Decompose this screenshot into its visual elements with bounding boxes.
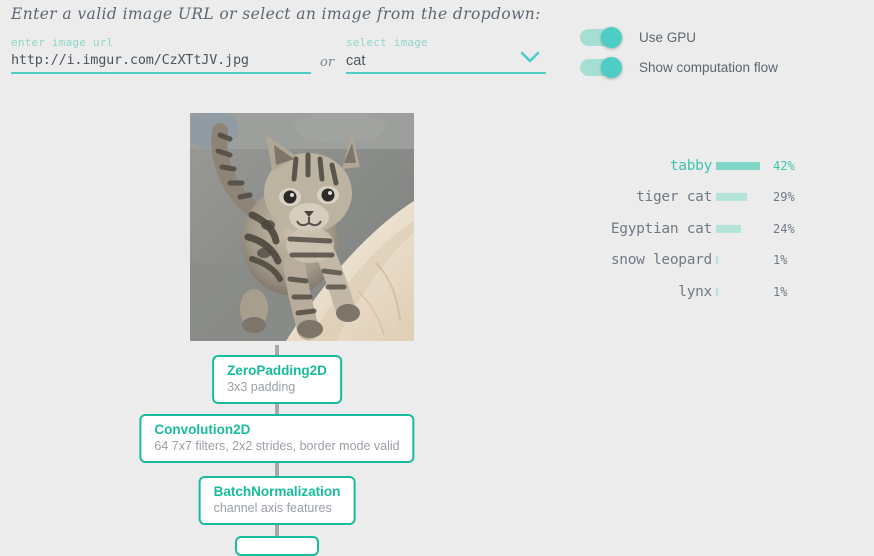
- prediction-percent: 42%: [773, 158, 795, 173]
- prediction-row: tabby 42%: [560, 150, 860, 182]
- prediction-label: Egyptian cat: [610, 220, 712, 237]
- layer-subtitle: 3x3 padding: [227, 380, 296, 394]
- toggle-switch-icon[interactable]: [580, 27, 624, 48]
- prediction-bar-wrap: [716, 156, 768, 176]
- prediction-label: lynx: [678, 283, 712, 300]
- select-underline: [346, 72, 546, 74]
- url-field-label: enter image url: [11, 36, 114, 49]
- url-input-underline: [11, 72, 311, 74]
- layer-subtitle: channel axis features: [213, 501, 332, 515]
- prediction-bar-wrap: [716, 187, 768, 207]
- layer-title: Convolution2D: [154, 422, 251, 437]
- toggle-use-gpu-label: Use GPU: [639, 29, 697, 45]
- prediction-row: tiger cat 29%: [560, 182, 860, 214]
- layer-title: ZeroPadding2D: [227, 363, 327, 378]
- prediction-percent: 1%: [773, 284, 788, 299]
- image-source-controls: enter image url or select image cat: [0, 36, 560, 76]
- prediction-bar: [716, 161, 760, 170]
- or-separator: or: [320, 55, 335, 70]
- prediction-bar: [716, 224, 741, 233]
- input-image[interactable]: [190, 113, 414, 341]
- prediction-bar-wrap: [716, 219, 768, 239]
- prediction-row: snow leopard 1%: [560, 245, 860, 277]
- page-title: Enter a valid image URL or select an ima…: [11, 5, 541, 23]
- photo-thumbnail: [190, 113, 414, 341]
- layer-node-batchnormalization[interactable]: BatchNormalization channel axis features: [198, 476, 356, 525]
- toggle-knob: [601, 27, 622, 48]
- image-url-input[interactable]: [11, 52, 311, 68]
- prediction-bar-wrap: [716, 282, 768, 302]
- toggle-switch-icon[interactable]: [580, 57, 624, 78]
- prediction-bar: [716, 193, 747, 202]
- options-panel: Use GPU Show computation flow: [580, 22, 778, 82]
- prediction-row: Egyptian cat 24%: [560, 213, 860, 245]
- layer-node-zeropadding2d[interactable]: ZeroPadding2D 3x3 padding: [212, 355, 342, 404]
- prediction-percent: 29%: [773, 190, 795, 205]
- prediction-row: lynx 1%: [560, 276, 860, 308]
- layer-node-convolution2d[interactable]: Convolution2D 64 7x7 filters, 2x2 stride…: [139, 414, 415, 463]
- select-field-label: select image: [346, 36, 428, 49]
- toggle-use-gpu[interactable]: Use GPU: [580, 22, 778, 52]
- computation-flow-graph: ZeroPadding2D 3x3 padding Convolution2D …: [0, 345, 560, 556]
- predictions-list: tabby 42% tiger cat 29% Egyptian cat 24%…: [560, 150, 860, 308]
- prediction-bar: [716, 287, 718, 296]
- layer-subtitle: 64 7x7 filters, 2x2 strides, border mode…: [154, 439, 400, 453]
- prediction-label: tiger cat: [636, 189, 712, 206]
- toggle-show-computation-flow-label: Show computation flow: [639, 59, 778, 75]
- layer-node-next-partial[interactable]: [235, 536, 319, 556]
- toggle-show-computation-flow[interactable]: Show computation flow: [580, 52, 778, 82]
- chevron-down-icon[interactable]: [520, 50, 540, 64]
- prediction-bar: [716, 256, 718, 265]
- toggle-knob: [601, 57, 622, 78]
- prediction-label: tabby: [669, 157, 712, 174]
- layer-title: BatchNormalization: [213, 484, 341, 499]
- image-select-value[interactable]: cat: [346, 53, 365, 69]
- prediction-label: snow leopard: [610, 252, 712, 269]
- prediction-percent: 24%: [773, 221, 795, 236]
- prediction-percent: 1%: [773, 253, 788, 268]
- prediction-bar-wrap: [716, 250, 768, 270]
